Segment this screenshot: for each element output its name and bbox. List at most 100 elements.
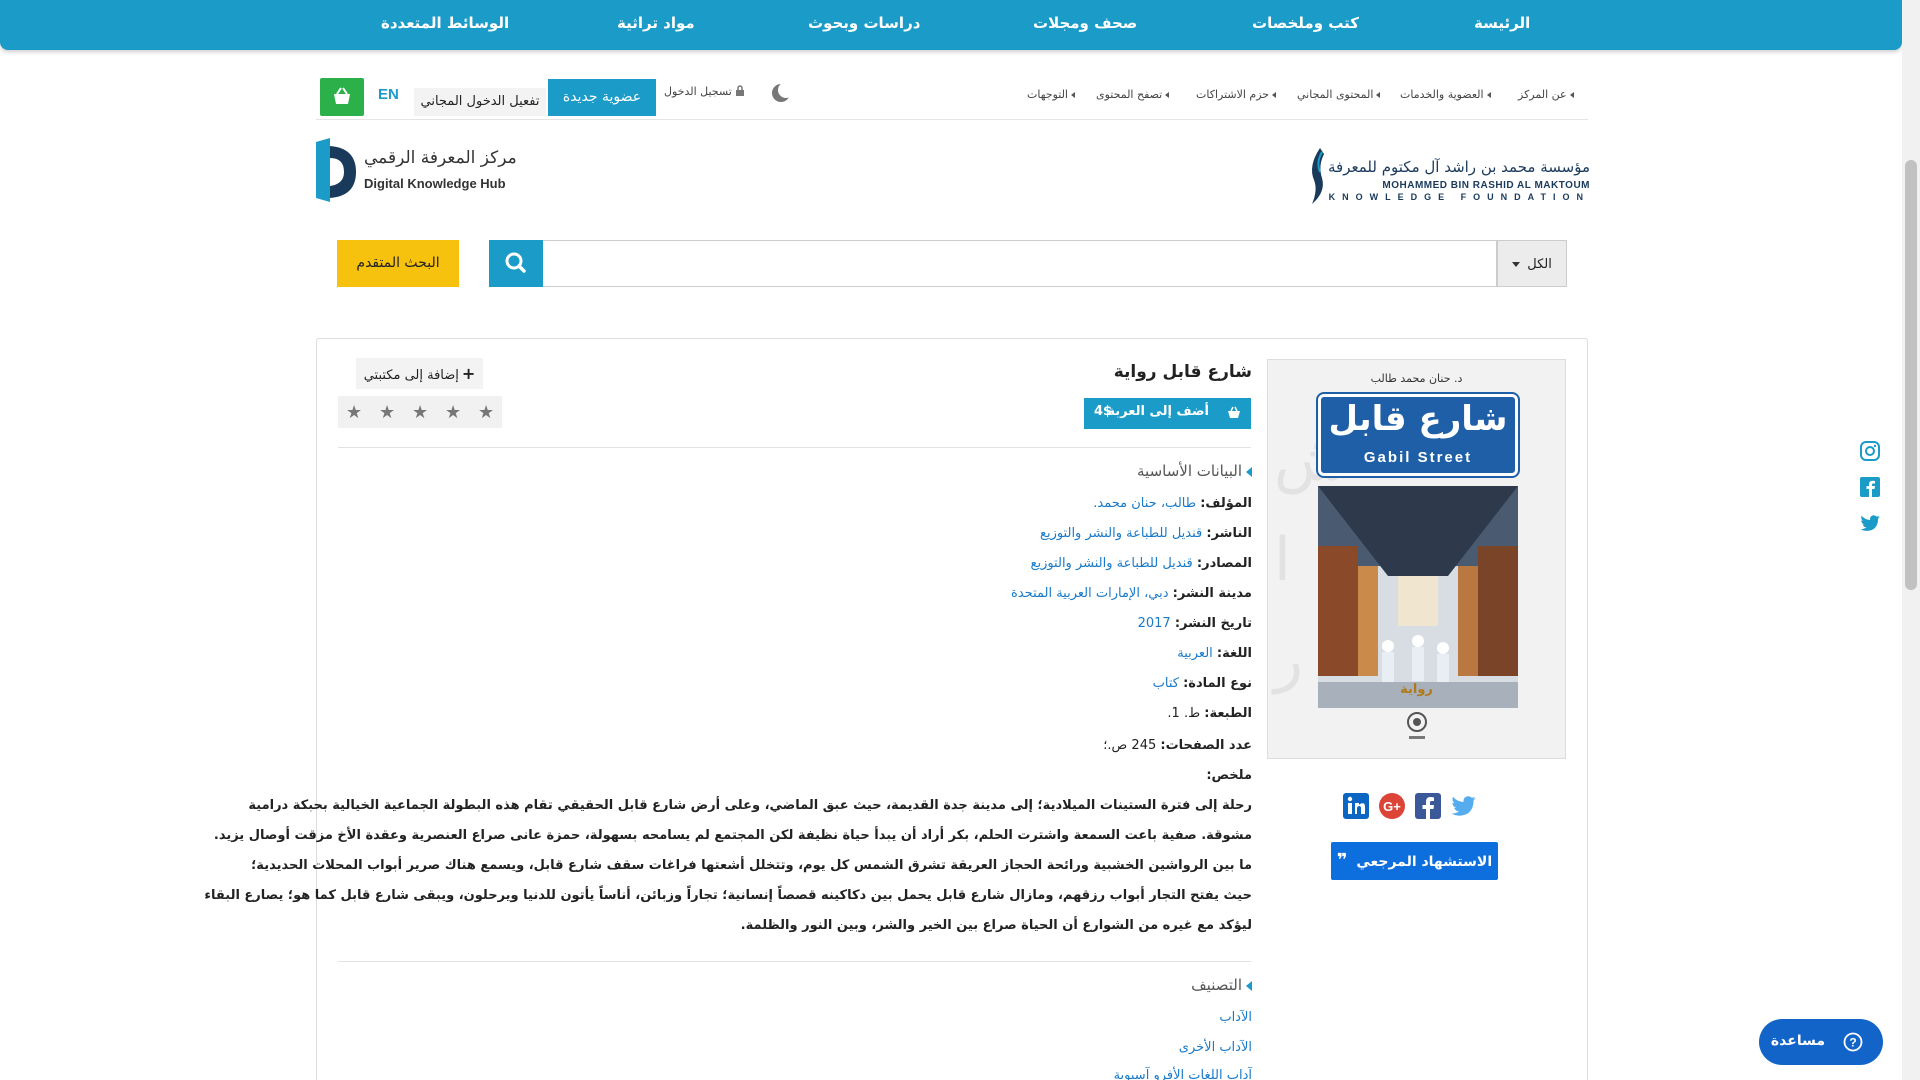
cart-button[interactable] (320, 78, 364, 116)
search-input[interactable] (543, 240, 1497, 287)
login-link[interactable]: تسجيل الدخول (664, 85, 745, 98)
caret-icon (1071, 92, 1075, 98)
breadcrumb-trends[interactable]: التوجهات (1027, 88, 1075, 101)
author-link[interactable]: طالب، حنان محمد. (1093, 496, 1196, 511)
nav-item-multimedia[interactable]: الوسائط المتعددة (381, 14, 509, 32)
field-summary-label: ملخص: (1206, 768, 1252, 783)
svg-text:ا: ا (1274, 525, 1291, 595)
moon-icon[interactable] (770, 82, 792, 104)
free-access-button[interactable]: تفعيل الدخول المجاني (414, 88, 546, 116)
material-type-link[interactable]: كتاب (1153, 676, 1179, 691)
date-link[interactable]: 2017 (1138, 616, 1171, 631)
section-divider (338, 447, 1251, 448)
book-price: 4$ (1094, 404, 1113, 419)
dkh-logo-arabic: مركز المعرفة الرقمي (364, 148, 517, 168)
book-cover[interactable]: ش ا ر د. حنان محمد طالب شارع قابل Gabil … (1267, 359, 1566, 759)
lock-icon (735, 85, 744, 96)
language-link[interactable]: العربية (1177, 646, 1213, 661)
city-link[interactable]: دبي، الإمارات العربية المتحدة (1011, 586, 1168, 601)
publisher-link[interactable]: قنديل للطباعة والنشر والتوزيع (1040, 526, 1202, 541)
star-icon[interactable]: ★ (379, 402, 395, 423)
instagram-icon[interactable] (1859, 440, 1881, 462)
advanced-search-button[interactable]: البحث المتقدم (337, 240, 459, 287)
language-toggle[interactable]: EN (378, 86, 399, 103)
svg-text:?: ? (1849, 1036, 1856, 1050)
nav-item-periodicals[interactable]: صحف ومجلات (1033, 14, 1137, 32)
basket-icon (1228, 406, 1240, 418)
breadcrumb-packages[interactable]: حزم الاشتراكات (1196, 88, 1277, 101)
caret-icon (1246, 980, 1252, 991)
basket-icon (334, 87, 350, 104)
citation-button[interactable]: الاستشهاد المرجعي ❞ (1331, 842, 1498, 880)
field-pages: عدد الصفحات: 245 ص.؛ (1103, 738, 1252, 753)
basic-data-heading: البيانات الأساسية (1137, 462, 1252, 480)
breadcrumb-about[interactable]: عن المركز (1518, 88, 1574, 101)
breadcrumb-free-content[interactable]: المحتوى المجاني (1297, 88, 1381, 101)
classification-link[interactable]: آداب اللغات الأفرو آسيوية (1114, 1068, 1252, 1080)
nav-item-studies[interactable]: دراسات وبحوث (808, 14, 920, 32)
new-membership-button[interactable]: عضوية جديدة (548, 79, 656, 116)
mbr-logo-english-line1: MOHAMMED BIN RASHID AL MAKTOUM (1382, 180, 1590, 191)
add-to-cart-label: أضف إلى العربة (1107, 404, 1209, 419)
field-edition: الطبعة: ط. 1. (1167, 706, 1252, 721)
svg-text:G+: G+ (1383, 799, 1401, 814)
scrollbar-thumb[interactable] (1905, 160, 1917, 590)
summary-line: مشوقة. صفية باعت السمعة واشترت الحلم، بك… (213, 828, 1252, 843)
sources-link[interactable]: قنديل للطباعة والنشر والتوزيع (1031, 556, 1193, 571)
help-button[interactable]: مساعدة ? (1759, 1019, 1883, 1065)
star-icon[interactable]: ★ (478, 402, 494, 423)
caret-icon (1246, 466, 1252, 477)
breadcrumb-browse[interactable]: تصفح المحتوى (1096, 88, 1170, 101)
help-label: مساعدة (1770, 1033, 1825, 1049)
side-social-icons (1859, 440, 1883, 540)
dkh-logo-english: Digital Knowledge Hub (364, 176, 506, 191)
plus-icon: + (461, 364, 476, 383)
question-icon: ? (1843, 1032, 1863, 1052)
caret-icon (1272, 92, 1277, 98)
add-to-cart-button[interactable]: أضف إلى العربة 4$ (1084, 398, 1251, 429)
search-scope-select[interactable]: الكل (1497, 240, 1567, 287)
page-scrollbar[interactable] (1902, 0, 1920, 1080)
mbr-logo-english-line2: KNOWLEDGE FOUNDATION (1328, 192, 1590, 202)
field-language: اللغة: العربية (1177, 646, 1252, 661)
classification-link[interactable]: الآداب الأخرى (1179, 1040, 1252, 1055)
caret-icon (1376, 92, 1381, 98)
caret-icon (1165, 92, 1170, 98)
breadcrumb-membership[interactable]: العضوية والخدمات (1400, 88, 1491, 101)
mbr-logo-arabic: مؤسسة محمد بن راشد آل مكتوم للمعرفة (1328, 158, 1590, 176)
google-plus-icon[interactable]: G+ (1378, 792, 1406, 820)
summary-line: رحلة إلى فترة الستينات الميلادية؛ إلى مد… (248, 798, 1252, 813)
twitter-icon[interactable] (1450, 792, 1478, 820)
caret-icon (1486, 92, 1491, 98)
mbr-foundation-logo[interactable]: مؤسسة محمد بن راشد آل مكتوم للمعرفة MOHA… (1304, 146, 1590, 208)
linkedin-icon[interactable] (1342, 792, 1370, 820)
facebook-icon[interactable] (1859, 476, 1881, 498)
cover-genre: رواية (1400, 682, 1433, 697)
nav-item-heritage[interactable]: مواد تراثية (617, 14, 695, 32)
twitter-icon[interactable] (1859, 512, 1881, 534)
star-icon[interactable]: ★ (346, 402, 362, 423)
star-icon[interactable]: ★ (445, 402, 461, 423)
digital-knowledge-hub-logo[interactable]: مركز المعرفة الرقمي Digital Knowledge Hu… (316, 138, 536, 202)
summary-line: حيث يفتح التجار أبواب رزقهم، ومازال شارع… (204, 888, 1252, 903)
caret-icon (1569, 92, 1574, 98)
field-sources: المصادر: قنديل للطباعة والنشر والتوزيع (1030, 556, 1252, 571)
classification-link[interactable]: الآداب (1219, 1010, 1252, 1025)
field-publisher: الناشر: قنديل للطباعة والنشر والتوزيع (1040, 526, 1252, 541)
field-city: مدينة النشر: دبي، الإمارات العربية المتح… (1011, 586, 1252, 601)
dkh-logo-icon (316, 138, 356, 202)
search-button[interactable] (489, 240, 543, 287)
search-icon (505, 252, 526, 273)
facebook-icon[interactable] (1414, 792, 1442, 820)
nav-item-books[interactable]: كتب وملخصات (1252, 14, 1359, 32)
star-icon[interactable]: ★ (412, 402, 428, 423)
cover-title-box: شارع قابل Gabil Street (1318, 394, 1518, 476)
rating-stars: ★ ★ ★ ★ ★ (338, 396, 502, 428)
add-to-library-button[interactable]: +إضافة إلى مكتبتي (356, 358, 483, 389)
cover-title-arabic: شارع قابل (1328, 399, 1508, 439)
cover-street-painting (1318, 486, 1518, 708)
nav-item-home[interactable]: الرئيسة (1474, 14, 1530, 32)
summary-line: ما بين الرواشين الخشبية ورائحة الحجاز ال… (251, 858, 1252, 873)
field-author: المؤلف: طالب، حنان محمد. (1093, 496, 1252, 511)
share-icons: G+ (1342, 792, 1494, 822)
